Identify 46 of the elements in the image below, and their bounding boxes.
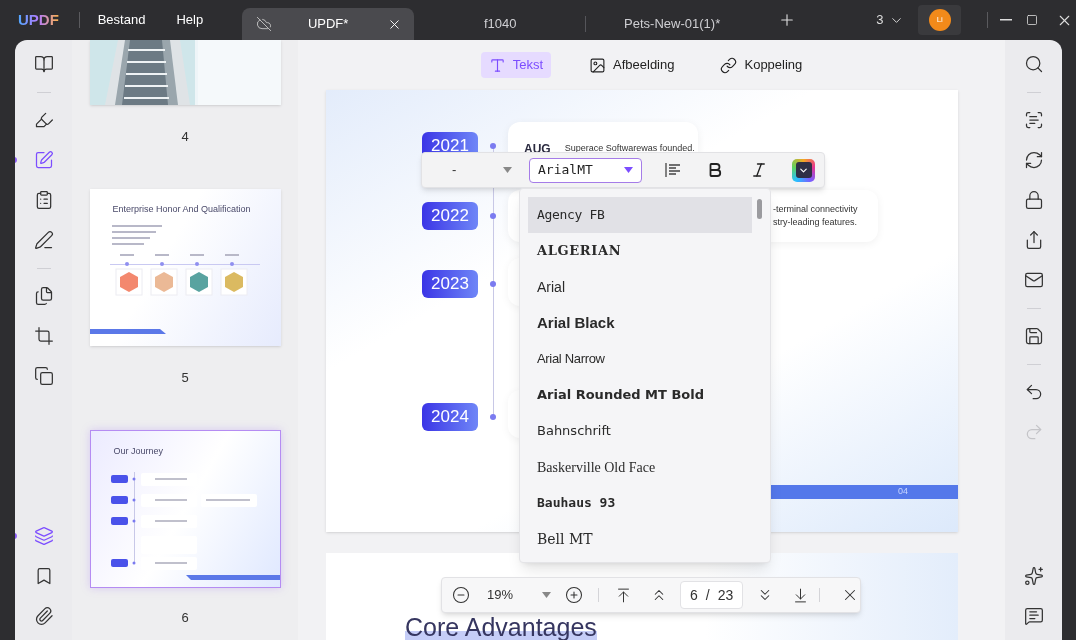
event-text: Superace Softwarewas founded. <box>564 142 695 155</box>
italic-icon <box>750 161 768 179</box>
caret-icon <box>503 167 512 173</box>
event-text: stry-leading features. <box>773 216 859 229</box>
scrollbar-thumb[interactable] <box>757 199 762 219</box>
font-option[interactable]: Agency FB <box>528 197 752 233</box>
page-thumbnail[interactable]: Our Journey <box>89 430 281 588</box>
minimize-icon <box>1000 19 1013 21</box>
event-text: -terminal connectivity <box>773 203 859 216</box>
year-badge: 2023 <box>422 270 478 298</box>
caret-icon <box>542 592 552 598</box>
zoom-out-button[interactable] <box>451 585 471 605</box>
circle-minus-icon <box>452 586 470 604</box>
cloud-off-icon <box>256 16 273 32</box>
window-count-dropdown[interactable]: 3 <box>876 10 905 30</box>
image-icon <box>589 56 607 74</box>
page-number: 04 <box>898 485 908 499</box>
circle-plus-icon <box>565 586 584 604</box>
align-left-icon <box>664 161 682 179</box>
edit-mode-tab[interactable]: Tekst <box>480 52 552 78</box>
year-badge: 2022 <box>422 202 478 230</box>
document-tab[interactable]: Pets-New-01(1)* <box>586 8 759 40</box>
menu-item[interactable]: Help <box>176 10 204 30</box>
year-badge: 2024 <box>422 403 478 431</box>
maximize-icon <box>1026 14 1039 26</box>
page-thumbnail[interactable] <box>89 40 281 105</box>
page-number-label: 6 <box>181 610 189 626</box>
link-icon <box>720 56 738 74</box>
thumbnail-title: Our Journey <box>113 445 164 458</box>
page-field[interactable]: 6 / 23 <box>680 581 744 609</box>
font-size-dropdown[interactable]: - <box>442 157 512 183</box>
thumbnail-title: Enterprise Honor And Qualification <box>112 203 251 216</box>
avatar: Li <box>928 9 951 31</box>
page-number-label: 5 <box>181 370 189 386</box>
page-number-label: 4 <box>181 129 189 145</box>
document-tab[interactable]: UPDF* <box>242 8 415 40</box>
color-button[interactable] <box>792 158 815 182</box>
menu-item[interactable]: Bestand <box>97 10 146 30</box>
font-dropdown[interactable]: ArialMT <box>529 157 642 183</box>
edit-mode-tab[interactable]: Koppeling <box>712 52 811 78</box>
zoom-dropdown[interactable]: 19% <box>487 585 552 605</box>
edit-mode-tab[interactable]: Afbeelding <box>581 52 683 78</box>
text-icon <box>488 56 506 74</box>
page-thumbnail[interactable]: Enterprise Honor And Qualification <box>89 189 281 346</box>
zoom-in-button[interactable] <box>564 585 585 605</box>
document-tab[interactable]: f1040 <box>414 8 587 40</box>
